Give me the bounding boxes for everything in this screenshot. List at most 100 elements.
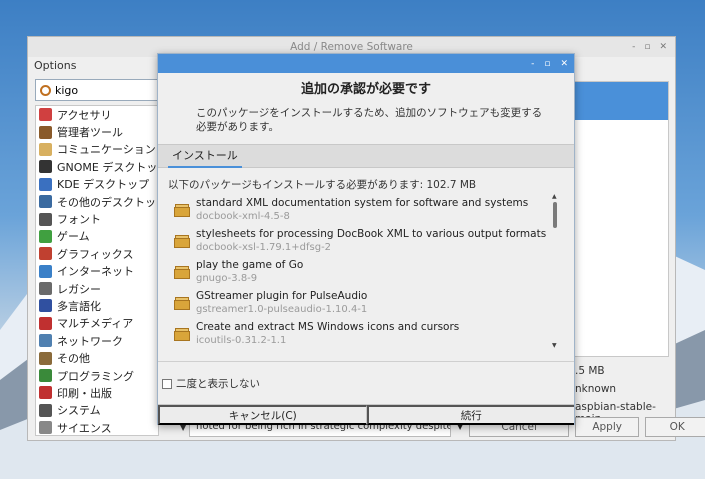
category-label: 多言語化 [57,299,101,313]
dialog-message: このパッケージをインストールするため、追加のソフトウェアも変更する必要があります… [196,107,543,133]
package-title: Create and extract MS Windows icons and … [196,320,460,333]
minimize-icon[interactable]: - [632,37,635,57]
category-icon [39,351,52,365]
category-item[interactable]: ネットワーク [36,332,158,349]
category-icon [39,108,52,122]
package-version: gnugo-3.8-9 [196,272,258,284]
category-label: 管理者ツール [57,126,123,140]
category-label: レガシー [57,282,101,296]
category-label: マルチメディア [57,317,134,331]
package-list-scrollbar[interactable]: ▲ ▼ [552,193,559,349]
package-icon [174,234,190,248]
category-icon [39,229,52,243]
main-window-title: Add / Remove Software [290,41,413,53]
category-item[interactable]: その他のデスクトップ [36,193,158,210]
dont-show-again-option[interactable]: 二度と表示しない [162,376,260,391]
category-item[interactable]: GNOME デスクトップ [36,158,158,175]
search-icon [40,84,51,96]
category-icon [39,125,52,139]
dialog-minimize-icon[interactable]: - [531,59,534,69]
package-size: .5 MB [575,365,605,377]
scroll-down-icon[interactable]: ▼ [552,342,557,349]
category-icon [39,386,52,400]
dialog-close-icon[interactable]: ✕ [560,59,568,69]
category-item[interactable]: KDE デスクトップ [36,176,158,193]
category-item[interactable]: フォント [36,210,158,227]
category-icon [39,299,52,313]
requirement-text: 以下のパッケージもインストールする必要があります: 102.7 MB [168,179,477,191]
package-version: gstreamer1.0-pulseaudio-1.10.4-1 [196,303,368,315]
category-icon [39,421,52,435]
category-icon [39,195,52,209]
additional-confirmation-dialog: - ▫ ✕ 追加の承認が必要です このパッケージをインストールするため、追加のソ… [157,53,575,425]
category-icon [39,160,52,174]
category-item[interactable]: グラフィックス [36,245,158,262]
category-item[interactable]: インターネット [36,263,158,280]
category-icon [39,264,52,278]
category-item[interactable]: その他 [36,349,158,366]
search-field[interactable] [35,79,159,101]
package-row[interactable]: GStreamer plugin for PulseAudio gstreamer… [168,287,564,318]
category-item[interactable]: サイエンス [36,419,158,435]
category-item[interactable]: コミュニケーション [36,141,158,158]
package-row[interactable]: standard XML documentation system for so… [168,194,564,225]
category-item[interactable]: マルチメディア [36,315,158,332]
ok-button[interactable]: OK [645,417,705,437]
category-list[interactable]: アクセサリ管理者ツールコミュニケーション GNOME デスクトップ KDE デスクト… [35,105,159,436]
dialog-cancel-button[interactable]: キャンセル(C) [158,405,367,425]
package-row[interactable]: play the game of Go gnugo-3.8-9 [168,256,564,287]
options-menu[interactable]: Options [34,59,76,72]
category-label: システム [57,404,101,418]
category-icon [39,316,52,330]
category-label: 印刷・出版 [57,386,112,400]
category-item[interactable]: プログラミング [36,367,158,384]
package-title: standard XML documentation system for so… [196,196,529,209]
category-icon [39,403,52,417]
scroll-up-icon[interactable]: ▲ [552,193,557,200]
package-row[interactable]: Create and extract MS Windows icons and … [168,318,564,349]
category-item[interactable]: 管理者ツール [36,123,158,140]
package-version: docbook-xsl-1.79.1+dfsg-2 [196,241,332,253]
category-icon [39,282,52,296]
apply-button[interactable]: Apply [575,417,640,437]
dialog-heading: 追加の承認が必要です [300,82,431,97]
category-label: ゲーム [57,230,90,244]
continue-button[interactable]: 続行 [366,405,574,425]
category-item[interactable]: アクセサリ [36,106,158,123]
package-version: icoutils-0.31.2-1.1 [196,334,287,346]
category-item[interactable]: システム [36,402,158,419]
package-icon [174,203,190,217]
category-label: プログラミング [57,369,134,383]
package-title: GStreamer plugin for PulseAudio [196,289,368,302]
category-label: KDE デスクトップ [57,178,150,192]
search-input[interactable] [55,83,145,97]
category-label: インターネット [57,265,134,279]
category-icon [39,142,52,156]
category-label: その他 [57,352,90,366]
category-item[interactable]: レガシー [36,280,158,297]
package-icon [174,327,190,341]
dont-show-again-checkbox[interactable] [162,378,172,389]
tab-install[interactable]: インストール [168,145,242,168]
maximize-icon[interactable]: ▫ [644,37,650,57]
dialog-titlebar[interactable]: - ▫ ✕ [158,54,574,73]
category-icon [39,247,52,261]
category-item[interactable]: 印刷・出版 [36,384,158,401]
dialog-maximize-icon[interactable]: ▫ [544,59,550,69]
category-label: GNOME デスクトップ [57,160,159,174]
category-label: サイエンス [57,421,112,435]
category-label: フォント [57,213,101,227]
package-license: nknown [575,383,617,395]
category-label: コミュニケーション [57,143,156,157]
dont-show-again-label: 二度と表示しない [176,378,260,390]
required-package-list[interactable]: standard XML documentation system for so… [168,194,564,352]
category-item[interactable]: ゲーム [36,228,158,245]
category-label: アクセサリ [57,108,112,122]
category-item[interactable]: 多言語化 [36,297,158,314]
package-title: stylesheets for processing DocBook XML t… [196,227,547,240]
package-icon [174,265,190,279]
package-row[interactable]: stylesheets for processing DocBook XML t… [168,225,564,256]
dialog-divider [158,361,574,362]
close-icon[interactable]: ✕ [659,37,667,57]
scrollbar-thumb[interactable] [553,202,557,228]
